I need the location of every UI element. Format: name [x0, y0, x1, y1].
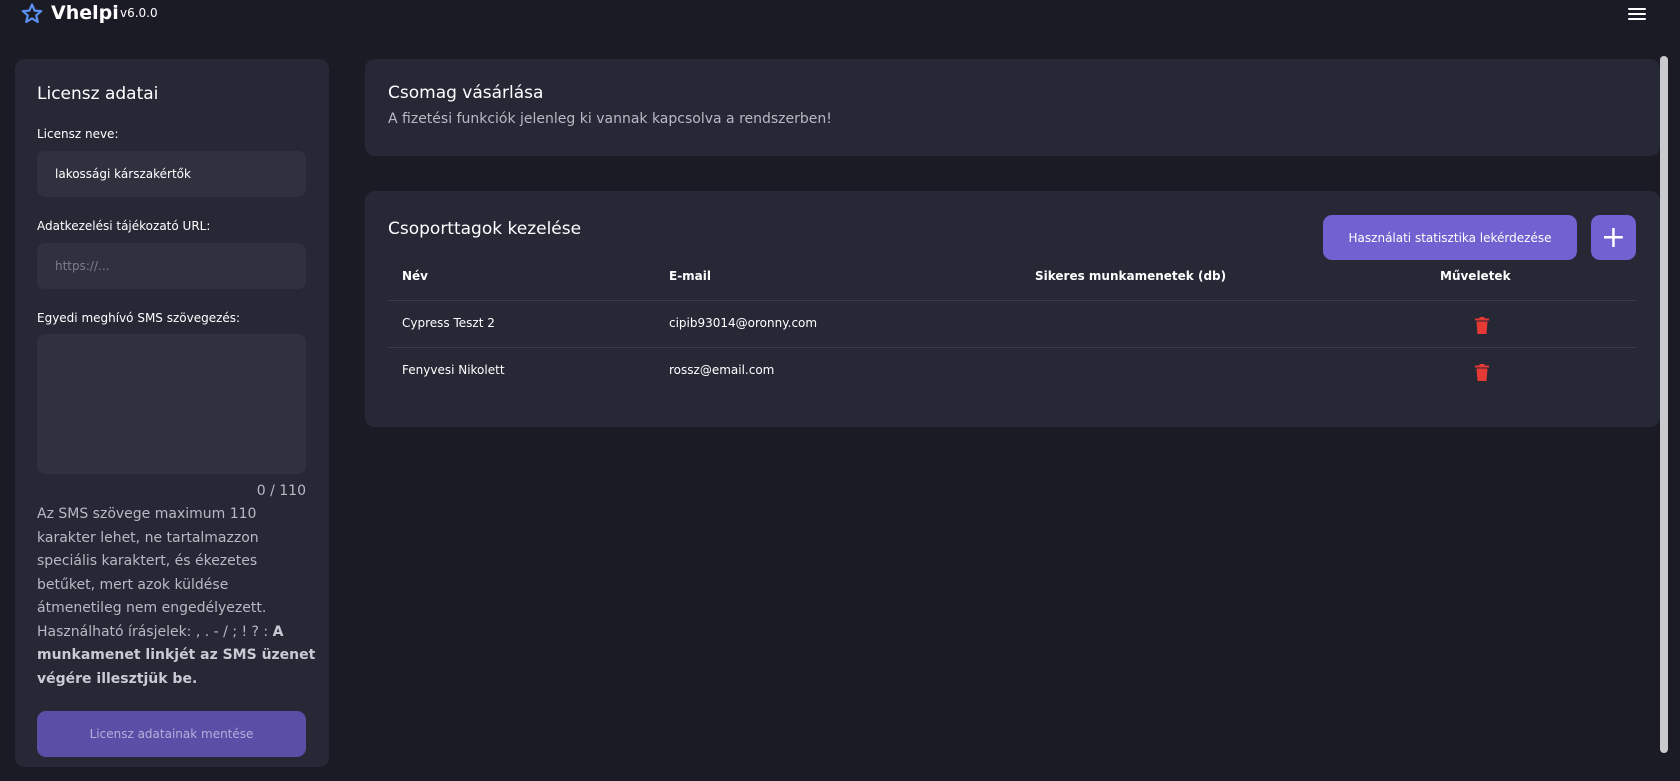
- sms-help-text-regular: Az SMS szövege maximum 110 karakter lehe…: [37, 506, 269, 640]
- license-name-input[interactable]: [37, 151, 306, 197]
- privacy-url-label: Adatkezelési tájékozató URL:: [37, 219, 211, 233]
- purchase-subtitle: A fizetési funkciók jelenleg ki vannak k…: [388, 111, 832, 127]
- members-card: Csoporttagok kezelése Használati statisz…: [365, 191, 1660, 427]
- purchase-card: Csomag vásárlása A fizetési funkciók jel…: [365, 59, 1660, 156]
- license-panel-title: Licensz adatai: [37, 84, 159, 104]
- member-email: cipib93014@oronny.com: [669, 316, 818, 330]
- purchase-title: Csomag vásárlása: [388, 83, 544, 103]
- license-name-label: Licensz neve:: [37, 127, 119, 141]
- member-name: Cypress Teszt 2: [402, 316, 495, 330]
- column-header-actions: Műveletek: [1440, 269, 1511, 283]
- sms-help-text: Az SMS szövege maximum 110 karakter lehe…: [37, 503, 317, 691]
- hamburger-menu-icon[interactable]: [1628, 8, 1646, 22]
- logo-star-icon: [21, 3, 43, 23]
- usage-stats-button[interactable]: Használati statisztika lekérdezése: [1323, 215, 1577, 260]
- privacy-url-input[interactable]: [37, 243, 306, 289]
- trash-icon[interactable]: [1475, 317, 1489, 334]
- add-member-button[interactable]: +: [1591, 215, 1636, 260]
- scrollbar-thumb[interactable]: [1660, 56, 1668, 753]
- page-scrollbar[interactable]: [1660, 56, 1668, 753]
- sms-text-textarea[interactable]: [37, 334, 306, 474]
- save-license-button[interactable]: Licensz adatainak mentése: [37, 711, 306, 757]
- trash-icon[interactable]: [1475, 364, 1489, 381]
- sms-char-count: 0 / 110: [256, 483, 306, 499]
- app-version: v6.0.0: [120, 6, 158, 20]
- column-header-email: E-mail: [669, 269, 712, 283]
- row-divider: [388, 347, 1636, 348]
- app-name: Vhelpi: [51, 2, 119, 24]
- column-header-name: Név: [402, 269, 429, 283]
- member-name: Fenyvesi Nikolett: [402, 363, 505, 377]
- sms-text-label: Egyedi meghívó SMS szövegezés:: [37, 311, 241, 325]
- members-title: Csoporttagok kezelése: [388, 219, 582, 239]
- license-panel: Licensz adatai Licensz neve: Adatkezelés…: [15, 59, 329, 767]
- member-email: rossz@email.com: [669, 363, 775, 377]
- top-bar: Vhelpi v6.0.0: [0, 0, 1680, 32]
- row-divider: [388, 300, 1636, 301]
- column-header-sessions: Sikeres munkamenetek (db): [1035, 269, 1227, 283]
